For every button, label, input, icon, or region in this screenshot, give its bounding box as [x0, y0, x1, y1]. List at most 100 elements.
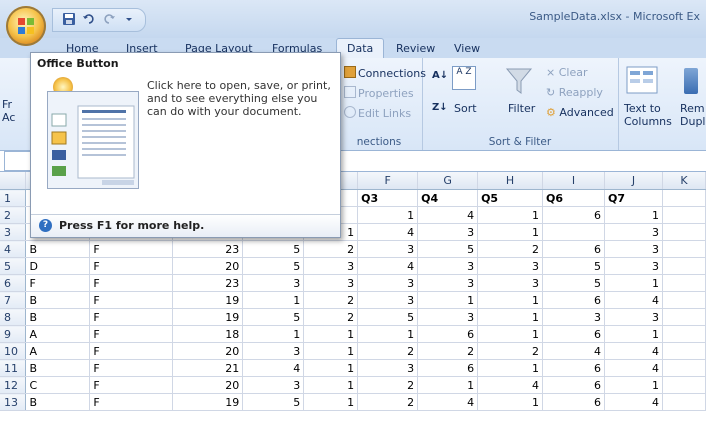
redo-icon[interactable] — [101, 12, 117, 28]
column-header-j[interactable]: J — [604, 172, 663, 190]
column-header-g[interactable]: G — [417, 172, 479, 190]
cell[interactable]: 20 — [172, 342, 244, 360]
row-header[interactable]: 11 — [0, 359, 27, 377]
cell[interactable]: 3 — [357, 240, 419, 258]
cell[interactable] — [662, 223, 706, 241]
cell[interactable]: 1 — [477, 206, 544, 224]
save-icon[interactable] — [61, 12, 77, 28]
cell[interactable]: 2 — [303, 308, 359, 326]
row-header[interactable]: 1 — [0, 189, 27, 207]
cell[interactable]: 5 — [357, 308, 419, 326]
cell[interactable]: 1 — [477, 308, 544, 326]
cell[interactable] — [662, 325, 706, 343]
cell[interactable]: 19 — [172, 393, 244, 411]
cell[interactable]: 4 — [242, 359, 305, 377]
cell[interactable]: 2 — [303, 240, 359, 258]
cell[interactable]: 5 — [542, 257, 605, 275]
reapply-button[interactable]: ↻ Reapply — [546, 86, 603, 99]
cell[interactable]: 1 — [604, 376, 663, 394]
cell[interactable]: F — [25, 274, 91, 292]
row-header[interactable]: 5 — [0, 257, 27, 275]
cell[interactable]: 3 — [417, 308, 479, 326]
cell[interactable]: Q7 — [604, 189, 663, 207]
cell[interactable] — [542, 223, 605, 241]
cell[interactable]: 2 — [357, 342, 419, 360]
cell[interactable]: 5 — [242, 308, 305, 326]
cell[interactable]: C — [25, 376, 91, 394]
cell[interactable] — [662, 257, 706, 275]
cell[interactable]: 6 — [542, 240, 605, 258]
cell[interactable]: 1 — [477, 223, 544, 241]
cell[interactable]: 6 — [542, 359, 605, 377]
text-to-columns-icon[interactable] — [626, 66, 658, 96]
cell[interactable]: 2 — [477, 240, 544, 258]
cell[interactable]: 1 — [604, 206, 663, 224]
cell[interactable] — [662, 376, 706, 394]
cell[interactable]: 3 — [604, 257, 663, 275]
cell[interactable]: 6 — [542, 206, 605, 224]
cell[interactable]: 2 — [417, 342, 479, 360]
cell[interactable] — [662, 274, 706, 292]
cell[interactable] — [662, 308, 706, 326]
cell[interactable]: 18 — [172, 325, 244, 343]
cell[interactable]: 3 — [303, 257, 359, 275]
cell[interactable]: 4 — [477, 376, 544, 394]
cell[interactable]: 6 — [542, 325, 605, 343]
cell[interactable]: 6 — [417, 325, 479, 343]
tab-data[interactable]: Data — [336, 38, 385, 59]
cell[interactable]: 5 — [417, 240, 479, 258]
cell[interactable]: B — [25, 359, 91, 377]
cell[interactable]: 1 — [417, 291, 479, 309]
cell[interactable]: 3 — [303, 274, 359, 292]
cell[interactable]: 5 — [242, 257, 305, 275]
ribbon-fragment-access[interactable]: Ac — [2, 111, 15, 124]
cell[interactable]: 4 — [604, 291, 663, 309]
cell[interactable]: 4 — [542, 342, 605, 360]
cell[interactable]: 3 — [477, 274, 544, 292]
connections-button[interactable]: Connections — [344, 66, 426, 80]
cell[interactable]: 2 — [303, 291, 359, 309]
cell[interactable]: 2 — [357, 376, 419, 394]
cell[interactable]: Q5 — [477, 189, 544, 207]
cell[interactable]: 3 — [477, 257, 544, 275]
cell[interactable]: 1 — [242, 325, 305, 343]
cell[interactable]: 20 — [172, 376, 244, 394]
row-header[interactable]: 8 — [0, 308, 27, 326]
cell[interactable] — [662, 393, 706, 411]
cell[interactable]: 3 — [604, 223, 663, 241]
cell[interactable]: F — [89, 308, 174, 326]
cell[interactable]: 1 — [303, 325, 359, 343]
cell[interactable]: 2 — [357, 393, 419, 411]
cell[interactable]: F — [89, 257, 174, 275]
cell[interactable]: 3 — [604, 240, 663, 258]
undo-icon[interactable] — [81, 12, 97, 28]
tab-review[interactable]: Review — [386, 40, 445, 58]
cell[interactable]: 3 — [242, 342, 305, 360]
cell[interactable]: 3 — [604, 308, 663, 326]
cell[interactable]: 1 — [303, 393, 359, 411]
cell[interactable]: 1 — [417, 376, 479, 394]
cell[interactable]: 3 — [357, 291, 419, 309]
cell[interactable]: B — [25, 393, 91, 411]
cell[interactable]: 3 — [417, 274, 479, 292]
cell[interactable]: 6 — [417, 359, 479, 377]
cell[interactable]: 1 — [477, 325, 544, 343]
cell[interactable]: Q6 — [542, 189, 605, 207]
cell[interactable]: 1 — [357, 325, 419, 343]
edit-links-button[interactable]: Edit Links — [344, 106, 411, 120]
remove-duplicates-button[interactable]: Rem Dupli — [680, 102, 706, 128]
row-header[interactable]: 12 — [0, 376, 27, 394]
cell[interactable] — [662, 291, 706, 309]
cell[interactable]: Q3 — [357, 189, 419, 207]
cell[interactable]: A — [25, 325, 91, 343]
row-header[interactable]: 7 — [0, 291, 27, 309]
cell[interactable]: A — [25, 342, 91, 360]
cell[interactable]: 21 — [172, 359, 244, 377]
sort-button[interactable]: Sort — [454, 102, 477, 115]
cell[interactable] — [662, 359, 706, 377]
cell[interactable]: 3 — [417, 223, 479, 241]
row-header[interactable]: 13 — [0, 393, 27, 411]
cell[interactable]: B — [25, 308, 91, 326]
cell[interactable]: Q4 — [417, 189, 479, 207]
cell[interactable]: 4 — [417, 206, 479, 224]
